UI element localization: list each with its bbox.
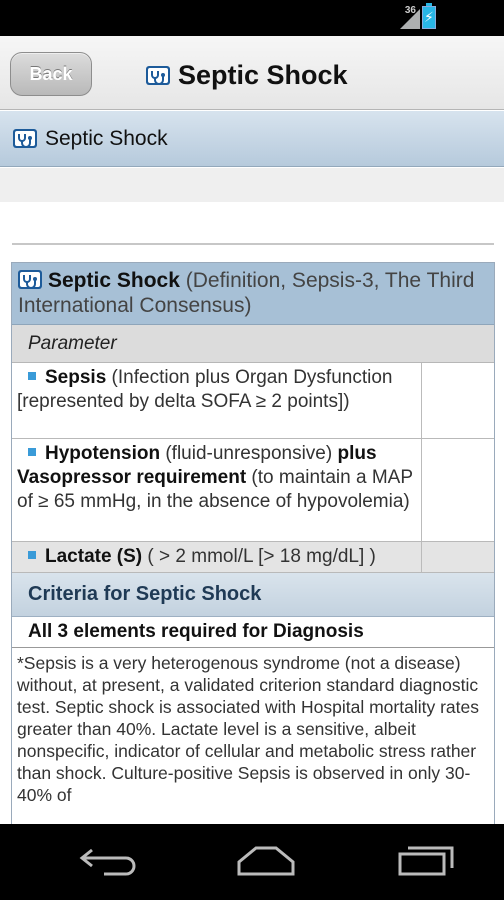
divider	[12, 243, 494, 245]
table-cell: Sepsis (Infection plus Organ Dysfunction…	[12, 363, 422, 438]
page-title-text: Septic Shock	[178, 59, 348, 90]
table-row: Hypotension (fluid-unresponsive) plus Va…	[12, 439, 494, 542]
stethoscope-icon	[18, 270, 42, 289]
table-cell-empty[interactable]	[422, 363, 494, 438]
home-icon[interactable]	[236, 844, 296, 883]
table-cell: Lactate (S) ( > 2 mmol/L [> 18 mg/dL] )	[12, 542, 422, 572]
parameter-detail: (fluid-unresponsive)	[160, 443, 338, 464]
parameter-header: Parameter	[12, 325, 494, 363]
parameter-name: Lactate (S)	[45, 546, 143, 567]
signal-icon	[400, 9, 420, 29]
back-button[interactable]: Back	[10, 52, 92, 96]
app-header: Back Septic Shock	[0, 36, 504, 110]
stethoscope-icon	[13, 129, 37, 148]
criteria-table: Septic Shock (Definition, Sepsis-3, The …	[11, 262, 495, 849]
table-cell: Hypotension (fluid-unresponsive) plus Va…	[12, 439, 422, 541]
spacer-band	[0, 168, 504, 202]
battery-charging-icon: ⚡	[422, 3, 436, 29]
recent-apps-icon[interactable]	[398, 844, 456, 883]
bullet-icon	[28, 372, 36, 381]
bullet-icon	[28, 551, 36, 560]
page-title: Septic Shock	[146, 58, 348, 92]
table-row: Lactate (S) ( > 2 mmol/L [> 18 mg/dL] )	[12, 542, 494, 573]
parameter-name: Sepsis	[45, 367, 107, 388]
table-title: Septic Shock (Definition, Sepsis-3, The …	[12, 263, 494, 325]
notes-text: *Sepsis is a very heterogenous syndrome …	[17, 653, 479, 805]
table-cell-empty[interactable]	[422, 439, 494, 541]
table-title-bold: Septic Shock	[48, 269, 180, 292]
navigation-bar	[0, 824, 504, 900]
criteria-heading: Criteria for Septic Shock	[12, 573, 494, 617]
parameter-detail: ( > 2 mmol/L [> 18 mg/dL] )	[142, 546, 376, 567]
section-header-title: Septic Shock	[45, 126, 168, 150]
criteria-requirement: All 3 elements required for Diagnosis	[12, 617, 494, 648]
status-bar: 36 ⚡	[0, 0, 504, 36]
parameter-name: Hypotension	[45, 443, 161, 464]
section-header: Septic Shock	[0, 111, 504, 167]
stethoscope-icon	[146, 65, 170, 85]
table-cell-empty[interactable]	[422, 542, 494, 572]
table-row: Sepsis (Infection plus Organ Dysfunction…	[12, 363, 494, 439]
back-arrow-icon[interactable]	[78, 844, 140, 883]
bullet-icon	[28, 448, 36, 457]
